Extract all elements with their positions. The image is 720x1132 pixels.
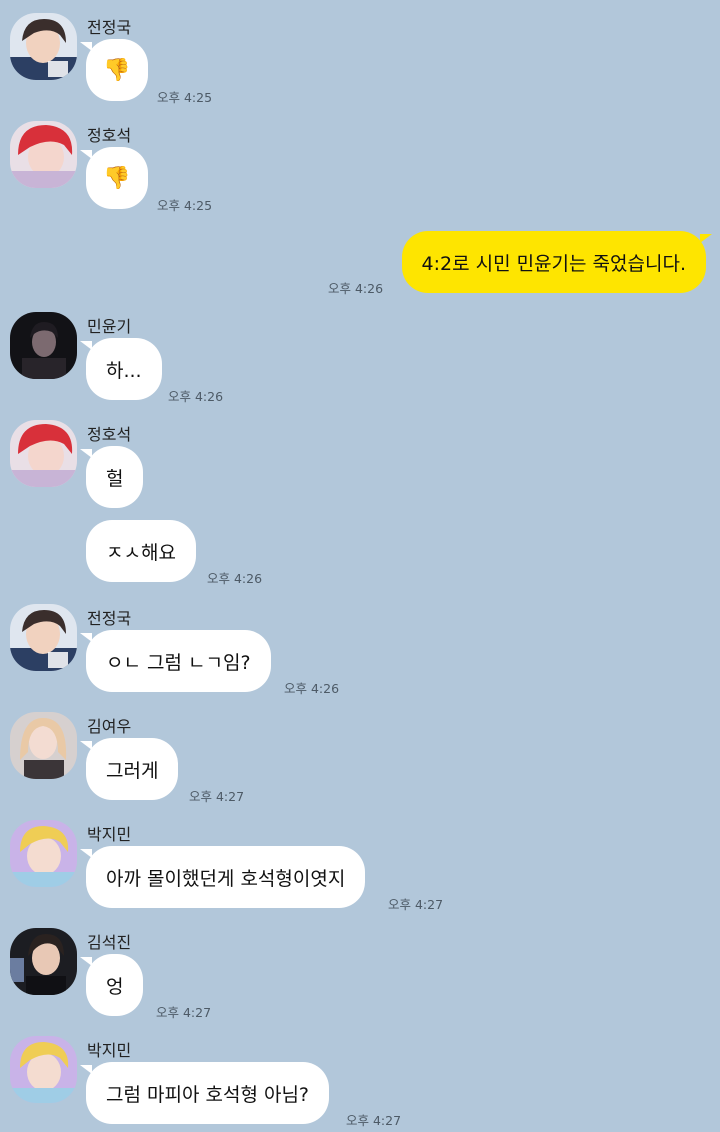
message-bubble[interactable]: ㅇㄴ 그럼 ㄴㄱ임? xyxy=(80,630,271,692)
profile-photo-icon xyxy=(10,312,77,379)
message-text: 그럼 마피아 호석형 아님? xyxy=(106,1083,310,1106)
avatar-park-jimin[interactable] xyxy=(10,820,77,887)
message-bubble[interactable]: 하... xyxy=(80,338,162,400)
message-time: 오후 4:26 xyxy=(328,281,384,296)
message-bubble[interactable]: ㅈㅅ해요 xyxy=(86,520,196,582)
sender-name: 박지민 xyxy=(87,1041,132,1060)
message-time: 오후 4:26 xyxy=(168,389,224,404)
message-bubble[interactable]: 그러게 xyxy=(79,738,179,800)
message-text: 엉 xyxy=(106,975,124,998)
sender-name: 정호석 xyxy=(87,126,132,145)
message-time: 오후 4:26 xyxy=(284,681,340,696)
avatar-jeon-jungkook[interactable] xyxy=(10,13,77,80)
sender-name: 전정국 xyxy=(87,609,132,628)
sender-name: 전정국 xyxy=(87,18,132,37)
avatar-kim-seokjin[interactable] xyxy=(10,928,77,995)
profile-photo-icon xyxy=(10,712,77,779)
avatar-park-jimin[interactable] xyxy=(10,1036,77,1103)
message-bubble[interactable]: 👎 xyxy=(80,147,148,209)
message-text: ㅇㄴ 그럼 ㄴㄱ임? xyxy=(106,651,251,674)
thumbs-down-icon: 👎 xyxy=(103,57,131,83)
message-time: 오후 4:25 xyxy=(157,198,213,213)
avatar-jung-hoseok[interactable] xyxy=(10,121,77,188)
profile-photo-icon xyxy=(10,604,77,671)
message-text: 하... xyxy=(106,359,142,382)
avatar-jeon-jungkook[interactable] xyxy=(10,604,77,671)
avatar-min-yoongi[interactable] xyxy=(10,312,77,379)
message-time: 오후 4:27 xyxy=(346,1113,402,1128)
profile-photo-icon xyxy=(10,13,77,80)
sender-name: 박지민 xyxy=(87,825,132,844)
message-text: 헐 xyxy=(106,467,124,490)
message-time: 오후 4:27 xyxy=(189,789,245,804)
message-bubble[interactable]: 헐 xyxy=(79,446,144,508)
message-time: 오후 4:27 xyxy=(388,897,444,912)
message-text: ㅈㅅ해요 xyxy=(106,541,176,564)
profile-photo-icon xyxy=(10,420,77,487)
message-text: 아까 몰이했던게 호석형이엿지 xyxy=(106,867,346,890)
sender-name: 김여우 xyxy=(87,717,132,736)
message-bubble[interactable]: 👎 xyxy=(80,39,148,101)
my-message-bubble[interactable]: 4:2로 시민 민윤기는 죽었습니다. xyxy=(401,231,712,293)
message-time: 오후 4:25 xyxy=(157,90,213,105)
sender-name: 김석진 xyxy=(87,933,132,952)
profile-photo-icon xyxy=(10,820,77,887)
message-bubble[interactable]: 아까 몰이했던게 호석형이엿지 xyxy=(79,846,366,908)
sender-name: 민윤기 xyxy=(87,317,132,336)
profile-photo-icon xyxy=(10,1036,77,1103)
message-bubble[interactable]: 엉 xyxy=(79,954,144,1016)
avatar-kim-yeowoo[interactable] xyxy=(10,712,77,779)
profile-photo-icon xyxy=(10,928,77,995)
sender-name: 정호석 xyxy=(87,425,132,444)
chat-room[interactable]: 전정국 👎 오후 4:25 정호석 👎 오후 4:25 4:2로 시민 민윤기는… xyxy=(0,0,720,1132)
message-text: 4:2로 시민 민윤기는 죽었습니다. xyxy=(421,252,687,275)
message-text: 그러게 xyxy=(106,759,159,782)
thumbs-down-icon: 👎 xyxy=(103,165,131,191)
message-bubble[interactable]: 그럼 마피아 호석형 아님? xyxy=(79,1062,330,1124)
avatar-jung-hoseok[interactable] xyxy=(10,420,77,487)
message-time: 오후 4:26 xyxy=(207,571,263,586)
profile-photo-icon xyxy=(10,121,77,188)
message-time: 오후 4:27 xyxy=(156,1005,212,1020)
